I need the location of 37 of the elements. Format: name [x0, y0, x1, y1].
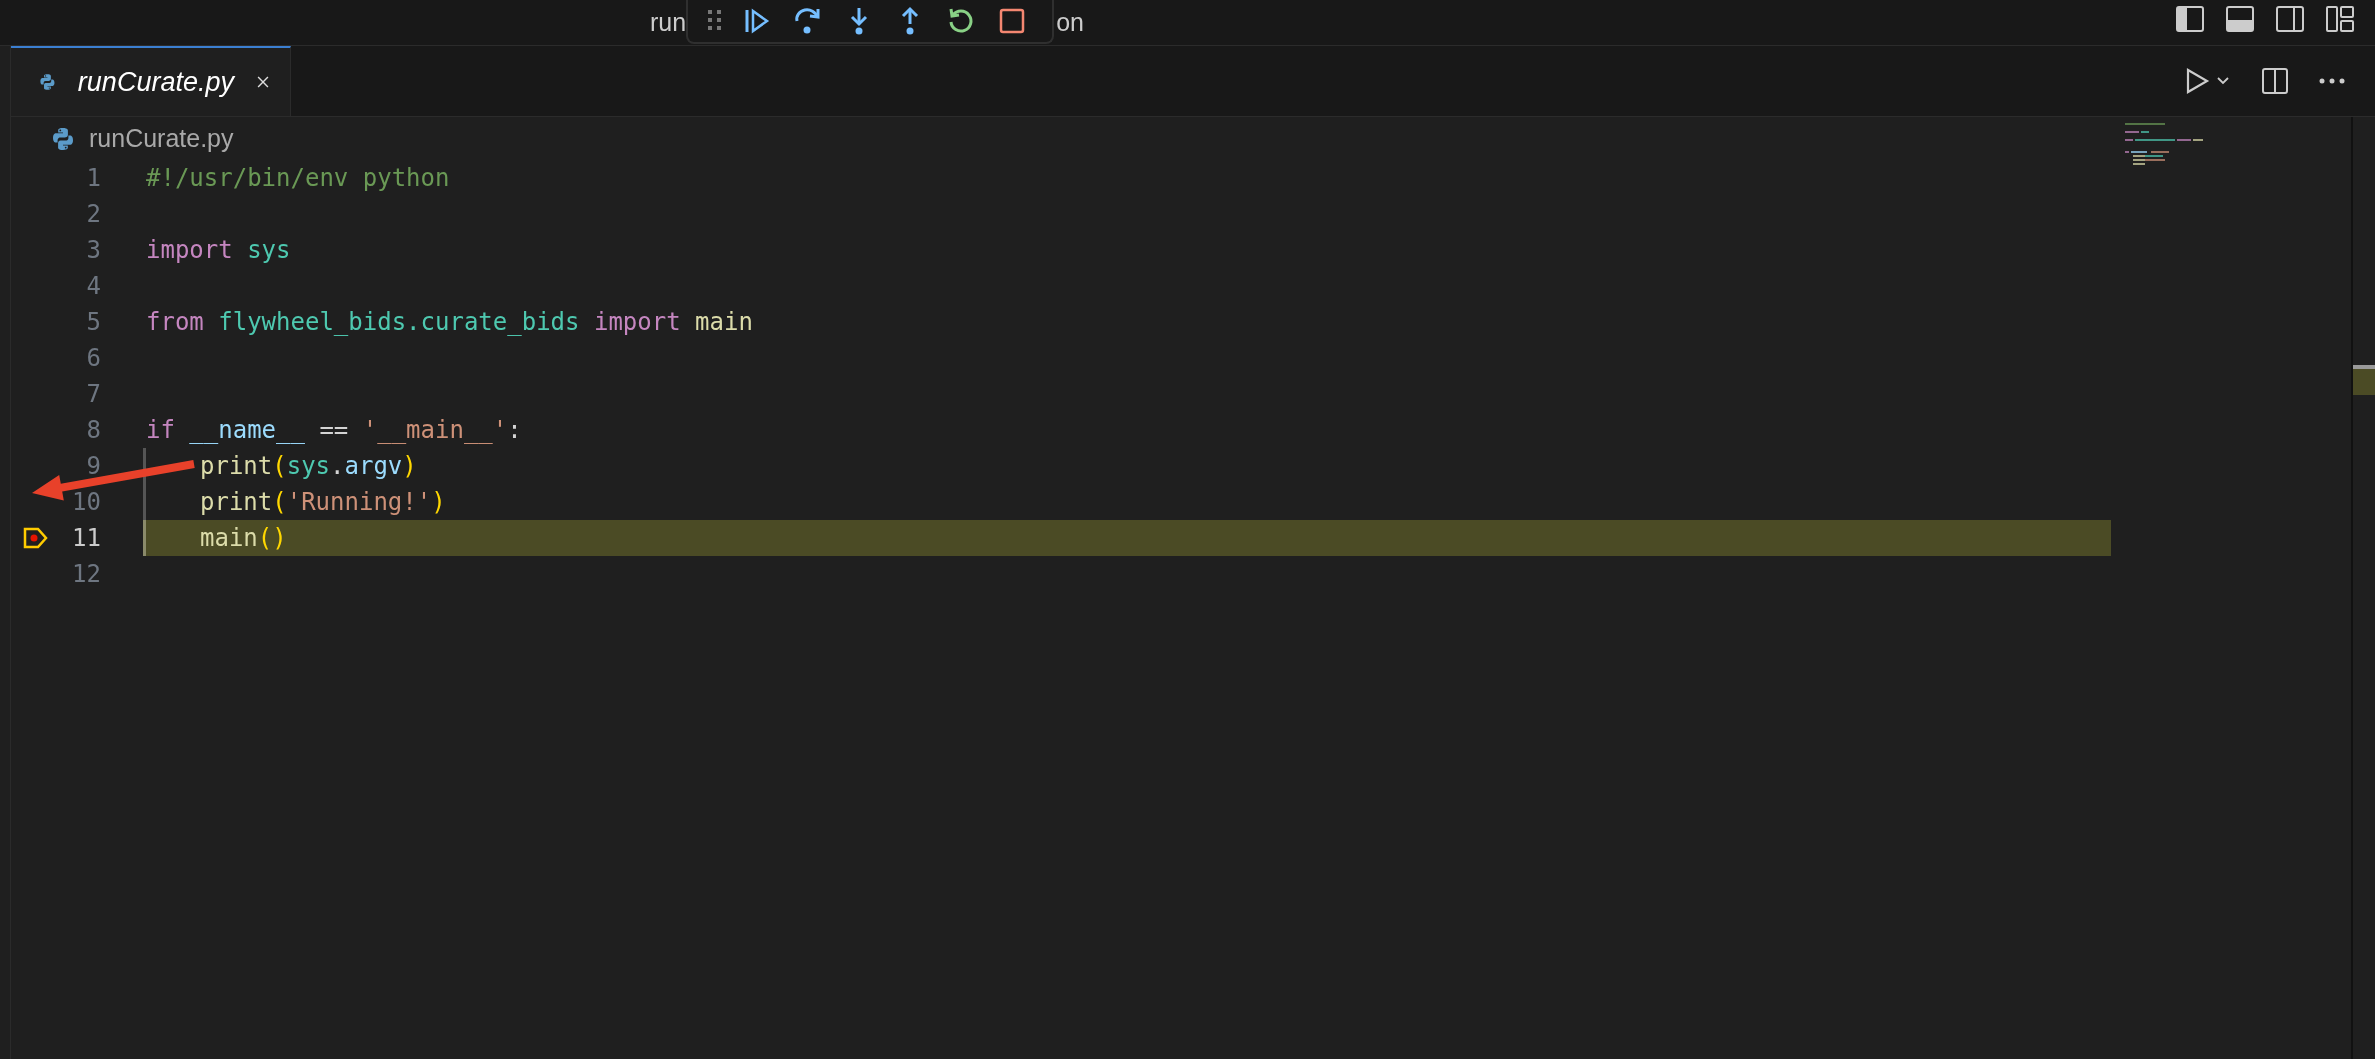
continue-icon — [744, 7, 771, 35]
sidebar-left-icon[interactable] — [2175, 5, 2205, 33]
line-number: 3 — [85, 235, 101, 266]
window-title: run — [650, 7, 687, 38]
line-number: 9 — [85, 451, 101, 482]
line-number: 8 — [85, 415, 101, 446]
drag-handle-icon[interactable] — [708, 10, 723, 32]
window-title: on — [1056, 7, 1084, 38]
line-number: 7 — [85, 379, 101, 410]
line-number: 2 — [85, 199, 101, 230]
breadcrumb[interactable]: runCurate.py — [89, 124, 234, 153]
run-icon[interactable] — [2185, 67, 2231, 95]
code-line: #!/usr/bin/env python — [146, 163, 450, 194]
code-line: main() — [200, 523, 287, 554]
line-number: 12 — [71, 559, 101, 590]
step-over-icon — [794, 7, 823, 35]
scrollbar[interactable] — [2351, 117, 2375, 1059]
sidebar-right-icon[interactable] — [2275, 5, 2305, 33]
line-number: 1 — [85, 163, 101, 194]
python-icon — [51, 126, 75, 151]
split-editor-icon[interactable] — [2261, 67, 2289, 95]
more-icon[interactable] — [2319, 78, 2345, 84]
line-number: 10 — [71, 487, 101, 518]
line-number: 6 — [85, 343, 101, 374]
code-line: if __name__ == '__main__': — [146, 415, 522, 446]
code-line: print('Running!') — [200, 487, 446, 518]
line-number: 11 — [71, 523, 101, 554]
stop-icon — [999, 8, 1026, 34]
code-line: print(sys.argv) — [200, 451, 417, 482]
panel-bottom-icon[interactable] — [2225, 5, 2255, 33]
breakpoint-icon[interactable] — [23, 527, 49, 549]
code-line: from flywheel_bids.curate_bids import main — [146, 307, 753, 338]
code-line: import sys — [146, 235, 291, 266]
line-number: 4 — [85, 271, 101, 302]
line-number: 5 — [85, 307, 101, 338]
layout-icon[interactable] — [2325, 5, 2355, 33]
editor-tab[interactable]: runCurate.py — [11, 46, 291, 116]
